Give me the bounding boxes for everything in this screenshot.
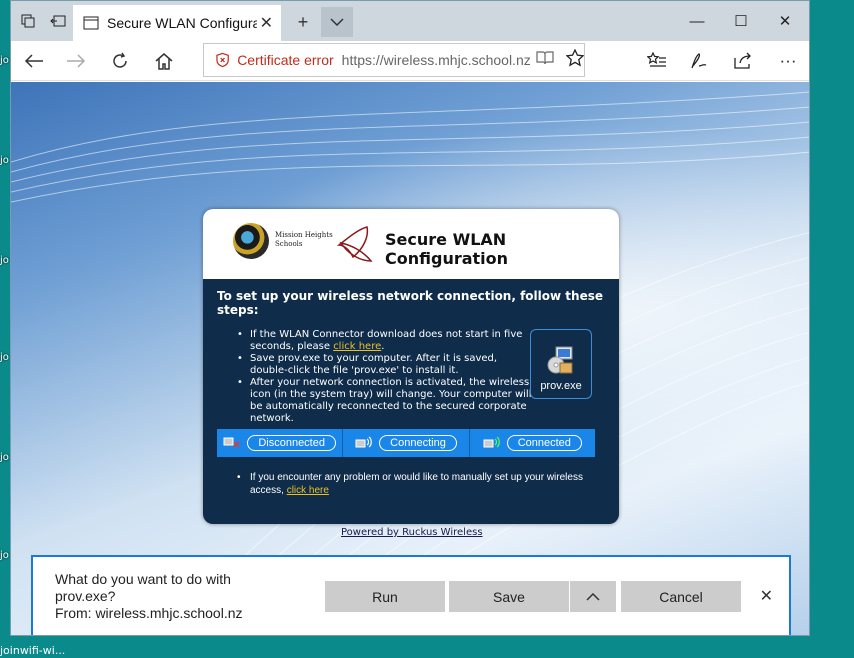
more-menu-button[interactable]: ··· (773, 47, 803, 75)
download-source: From: wireless.mhjc.school.nz (55, 605, 243, 621)
page-icon (83, 16, 99, 30)
url-text: https://wireless.mhjc.school.nz/user, (341, 52, 530, 68)
chevron-down-icon (330, 18, 344, 26)
close-download-bar-icon[interactable]: ✕ (760, 586, 773, 606)
download-question-line1: What do you want to do with (55, 571, 231, 587)
connection-status-bar: Disconnected Connecting Connected (217, 429, 595, 457)
favorite-star-icon[interactable] (565, 47, 584, 72)
desktop-icon-label[interactable]: jo (0, 352, 9, 363)
tab-secure-wlan[interactable]: Secure WLAN Configura ✕ (73, 5, 281, 41)
step-1-text: If the WLAN Connector download does not … (250, 329, 523, 352)
status-connecting: Connecting (343, 429, 470, 457)
step-1-end: . (381, 341, 385, 352)
pen-icon (691, 53, 707, 69)
powered-by-link[interactable]: Powered by Ruckus Wireless (341, 527, 483, 538)
tab-preview-button[interactable] (321, 7, 353, 37)
disconnected-icon (223, 437, 240, 448)
dialog-title: Secure WLAN Configuration (385, 230, 509, 268)
save-button[interactable]: Save (449, 581, 569, 612)
forward-arrow-icon (67, 54, 86, 68)
status-disconnected: Disconnected (217, 429, 344, 457)
wlan-config-dialog: Mission Heights Schools Secure WLAN Conf… (203, 209, 619, 524)
school-name-line1: Mission Heights (275, 231, 333, 239)
minimize-button[interactable]: — (675, 5, 719, 37)
home-icon (155, 53, 173, 70)
status-connected: Connected (470, 429, 595, 457)
desktop-icon-label[interactable]: jo (0, 550, 9, 561)
desktop-icon-label[interactable]: jo (0, 55, 9, 66)
forward-button[interactable] (61, 47, 91, 75)
manual-click-here-link[interactable]: click here (287, 485, 329, 496)
share-icon (734, 52, 751, 69)
page-content: Mission Heights Schools Secure WLAN Conf… (11, 82, 809, 635)
celtic-knot-logo (336, 226, 373, 262)
close-tab-icon[interactable]: ✕ (260, 13, 273, 33)
save-options-button[interactable] (570, 581, 616, 612)
reading-view-icon[interactable] (536, 50, 554, 70)
favorites-list-icon (647, 52, 666, 67)
desktop-icon-label[interactable]: jo (0, 452, 9, 463)
back-button[interactable] (19, 47, 49, 75)
installer-icon (547, 346, 573, 374)
download-click-here-link[interactable]: click here (333, 341, 381, 352)
browser-window: Secure WLAN Configura ✕ + — ☐ ✕ Certific… (10, 0, 810, 636)
run-button[interactable]: Run (325, 581, 445, 612)
new-tab-button[interactable]: + (287, 7, 319, 37)
desktop-file-label[interactable]: joinwifi-wi... (0, 644, 65, 657)
tabs-aside-icon[interactable] (15, 9, 41, 33)
manual-setup-note: If you encounter any problem or would li… (237, 471, 587, 497)
cancel-button[interactable]: Cancel (621, 581, 741, 612)
steps-list: If the WLAN Connector download does not … (237, 329, 533, 425)
school-name-line2: Schools (275, 240, 303, 248)
refresh-button[interactable] (105, 47, 135, 75)
connecting-label: Connecting (379, 435, 457, 451)
step-3: After your network connection is activat… (237, 377, 533, 425)
maximize-button[interactable]: ☐ (719, 5, 763, 37)
set-aside-tabs-icon[interactable] (45, 9, 71, 33)
home-button[interactable] (149, 47, 179, 75)
chevron-up-icon (586, 592, 600, 601)
desktop-icon-label[interactable]: jo (0, 255, 9, 266)
desktop-icon-label[interactable]: jo (0, 155, 9, 166)
step-1: If the WLAN Connector download does not … (237, 329, 533, 353)
prov-exe-download[interactable]: prov.exe (530, 329, 592, 399)
download-message: What do you want to do with prov.exe? Fr… (55, 571, 295, 622)
shield-warning-icon (216, 52, 229, 68)
school-name: Mission Heights Schools (275, 231, 333, 249)
connecting-icon (355, 436, 373, 448)
url-field[interactable]: Certificate error https://wireless.mhjc.… (203, 43, 585, 77)
school-logo (233, 223, 269, 259)
refresh-icon (113, 52, 127, 68)
disconnected-label: Disconnected (247, 435, 336, 451)
download-question-line2: prov.exe? (55, 588, 116, 604)
prov-exe-label: prov.exe (540, 380, 582, 392)
web-note-button[interactable] (684, 47, 714, 75)
address-bar-row: Certificate error https://wireless.mhjc.… (11, 41, 809, 81)
step-2: Save prov.exe to your computer. After it… (237, 353, 533, 377)
connected-label: Connected (506, 435, 582, 451)
back-arrow-icon (24, 54, 43, 68)
tab-title: Secure WLAN Configura (107, 15, 257, 31)
instructions-heading: To set up your wireless network connecti… (217, 289, 603, 317)
connected-icon (483, 436, 500, 448)
dialog-header: Mission Heights Schools Secure WLAN Conf… (203, 209, 619, 279)
download-notification-bar: What do you want to do with prov.exe? Fr… (31, 555, 791, 635)
certificate-error-label[interactable]: Certificate error (237, 52, 333, 68)
close-window-button[interactable]: ✕ (763, 5, 807, 37)
share-button[interactable] (728, 47, 758, 75)
tab-bar: Secure WLAN Configura ✕ + — ☐ ✕ (11, 1, 809, 41)
favorites-hub-button[interactable] (642, 47, 672, 75)
